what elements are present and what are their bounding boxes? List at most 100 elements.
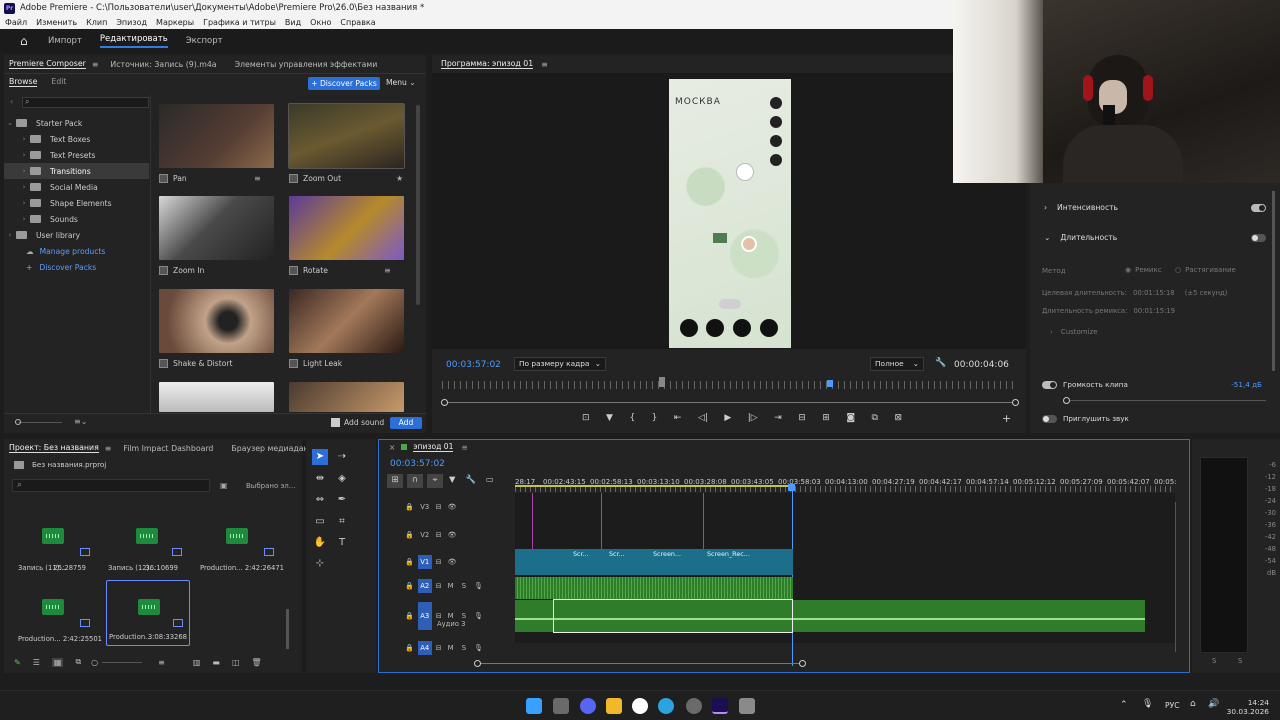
start-windows-icon[interactable] bbox=[526, 698, 542, 714]
lock-icon[interactable]: 🔒 bbox=[405, 612, 414, 620]
solo-s-icon[interactable]: S bbox=[462, 644, 466, 652]
discover-packs-link[interactable]: + Discover Packs bbox=[4, 259, 149, 275]
video-clip[interactable]: Screen... bbox=[649, 549, 703, 575]
sync-icon[interactable]: ⊟ bbox=[436, 612, 442, 620]
video-clip[interactable]: Screen_Rec... bbox=[703, 549, 793, 575]
tab-film-impact[interactable]: Film Impact Dashboard bbox=[123, 444, 213, 453]
add-button-icon[interactable]: + bbox=[1002, 412, 1011, 425]
scroll-handle-left[interactable] bbox=[474, 660, 481, 667]
track-select-tool-icon[interactable]: ⇢ bbox=[334, 449, 350, 465]
eye-icon[interactable]: 👁 bbox=[448, 503, 457, 511]
step-back-icon[interactable]: ◁| bbox=[698, 413, 708, 427]
language-indicator[interactable]: РУС bbox=[1165, 701, 1180, 710]
tab-sequence[interactable]: эпизод 01 bbox=[413, 442, 454, 452]
automate-icon[interactable]: ▥ bbox=[193, 658, 201, 667]
step-forward-icon[interactable]: |▷ bbox=[748, 413, 758, 427]
clip-volume-value[interactable]: -51,4 дБ bbox=[1231, 380, 1262, 389]
intensity-toggle[interactable] bbox=[1251, 203, 1266, 212]
bin-item-production-3-selected[interactable]: Production... 3:08:33268 bbox=[106, 580, 190, 646]
program-playhead[interactable] bbox=[827, 380, 833, 387]
premiere-taskbar-icon[interactable] bbox=[712, 698, 728, 714]
generative-extend-tool-icon[interactable]: ⊹ bbox=[312, 556, 328, 572]
menu-graphics[interactable]: Графика и титры bbox=[203, 18, 276, 27]
tab-program[interactable]: Программа: эпизод 01 bbox=[441, 59, 534, 69]
scroll-handle-right[interactable] bbox=[799, 660, 806, 667]
freeform-view-icon[interactable]: ⧉ bbox=[75, 657, 81, 667]
quality-select[interactable]: Полное ⌄ bbox=[870, 357, 924, 371]
subtab-browse[interactable]: Browse bbox=[9, 77, 38, 87]
scroll-handle-right[interactable] bbox=[1012, 399, 1019, 406]
tab-menu-icon[interactable]: ≡ bbox=[105, 444, 112, 453]
marker-icon[interactable]: ▼ bbox=[606, 413, 613, 427]
program-timecode[interactable]: 00:03:57:02 bbox=[446, 360, 501, 370]
mic-icon[interactable]: 🎙 bbox=[474, 644, 483, 652]
subtab-edit[interactable]: Edit bbox=[51, 77, 66, 87]
sync-icon[interactable]: ⊟ bbox=[436, 582, 442, 590]
solo-s-icon[interactable]: S bbox=[462, 612, 466, 620]
snap-icon[interactable]: ∩ bbox=[407, 474, 423, 488]
mute-m-icon[interactable]: M bbox=[448, 644, 454, 652]
track-label[interactable]: A2 bbox=[417, 579, 432, 593]
selected-audio-clip[interactable] bbox=[553, 599, 793, 633]
thumb-rotate[interactable] bbox=[289, 196, 404, 260]
menu-edit[interactable]: Изменить bbox=[36, 18, 77, 27]
lock-icon[interactable]: 🔒 bbox=[405, 503, 414, 511]
compare-icon[interactable]: ⧉ bbox=[872, 413, 878, 427]
menu-window[interactable]: Окно bbox=[310, 18, 331, 27]
workspace-tab-export[interactable]: Экспорт bbox=[186, 36, 223, 46]
solo-s-icon[interactable]: S bbox=[462, 582, 466, 590]
tree-sounds[interactable]: › Sounds bbox=[4, 211, 149, 227]
project-scrollbar[interactable] bbox=[286, 609, 289, 649]
tree-splitter[interactable] bbox=[150, 95, 151, 413]
lock-icon[interactable]: 🔒 bbox=[405, 644, 414, 652]
solo-right-button[interactable]: S bbox=[1238, 657, 1242, 665]
thumb-more-2[interactable] bbox=[289, 382, 404, 412]
tab-effect-controls[interactable]: Элементы управления эффектами bbox=[235, 60, 378, 69]
thumb-pan[interactable] bbox=[159, 104, 274, 168]
pen-tool-icon[interactable]: ✒ bbox=[334, 492, 350, 508]
track-label[interactable]: A3 bbox=[417, 602, 432, 630]
app-taskbar-icon[interactable] bbox=[739, 698, 755, 714]
thumb-zoom-out[interactable] bbox=[288, 103, 405, 169]
discover-packs-button[interactable]: + Discover Packs bbox=[308, 77, 380, 90]
menu-sequence[interactable]: Эпизод bbox=[116, 18, 147, 27]
bin-item-production-1[interactable]: Production... 2:42:26471 bbox=[196, 514, 284, 582]
selection-tool-icon[interactable]: ➤ bbox=[312, 449, 328, 465]
mark-out-icon[interactable]: } bbox=[652, 413, 658, 427]
mark-in-icon[interactable]: { bbox=[629, 413, 635, 427]
lift-icon[interactable]: ⊟ bbox=[798, 413, 806, 427]
menu-file[interactable]: Файл bbox=[5, 18, 27, 27]
close-icon[interactable]: × bbox=[389, 443, 395, 452]
thumb-light-leak[interactable] bbox=[289, 289, 404, 353]
slip-tool-icon[interactable]: ⇔ bbox=[312, 492, 328, 508]
new-bin-icon[interactable]: ▣ bbox=[220, 481, 228, 490]
bin-item-rec12[interactable]: Запись (12)... 36:10699 bbox=[104, 514, 188, 582]
add-marker-icon[interactable]: ⊡ bbox=[582, 413, 590, 427]
file-explorer-icon[interactable] bbox=[606, 698, 622, 714]
clock[interactable]: 14:24 30.03.2026 bbox=[1225, 698, 1269, 716]
menu-markers[interactable]: Маркеры bbox=[156, 18, 194, 27]
eye-icon[interactable]: 👁 bbox=[448, 531, 457, 539]
collapse-left-icon[interactable]: ‹ bbox=[10, 97, 13, 106]
tree-transitions[interactable]: › Transitions bbox=[4, 163, 149, 179]
chevron-up-icon[interactable]: ⌃ bbox=[1120, 700, 1128, 710]
track-label[interactable]: A4 bbox=[417, 641, 432, 655]
tree-text-boxes[interactable]: › Text Boxes bbox=[4, 131, 149, 147]
new-item-icon[interactable]: ◫ bbox=[232, 658, 240, 667]
mute-m-icon[interactable]: M bbox=[448, 582, 454, 590]
sync-icon[interactable]: ⊟ bbox=[436, 558, 442, 566]
track-label[interactable]: V3 bbox=[418, 500, 432, 514]
thumb-zoom-in[interactable] bbox=[159, 196, 274, 260]
timeline-vertical-scrollbar[interactable] bbox=[1175, 502, 1176, 652]
zoom-slider[interactable] bbox=[102, 661, 143, 663]
mute-row[interactable]: Приглушить звук bbox=[1042, 414, 1129, 423]
manage-products-link[interactable]: ☁ Manage products bbox=[4, 243, 149, 259]
clip-volume-row[interactable]: Громкость клипа -51,4 дБ bbox=[1042, 380, 1262, 389]
camera-icon[interactable]: ◙ bbox=[846, 413, 855, 427]
bin-item-rec11[interactable]: Запись (11)... 25:28759 bbox=[12, 514, 96, 582]
sync-icon[interactable]: ⊟ bbox=[436, 644, 442, 652]
menu-view[interactable]: Вид bbox=[285, 18, 301, 27]
program-time-ruler[interactable] bbox=[442, 381, 1017, 389]
lock-icon[interactable]: 🔒 bbox=[405, 531, 414, 539]
go-to-in-icon[interactable]: ⇤ bbox=[674, 413, 682, 427]
